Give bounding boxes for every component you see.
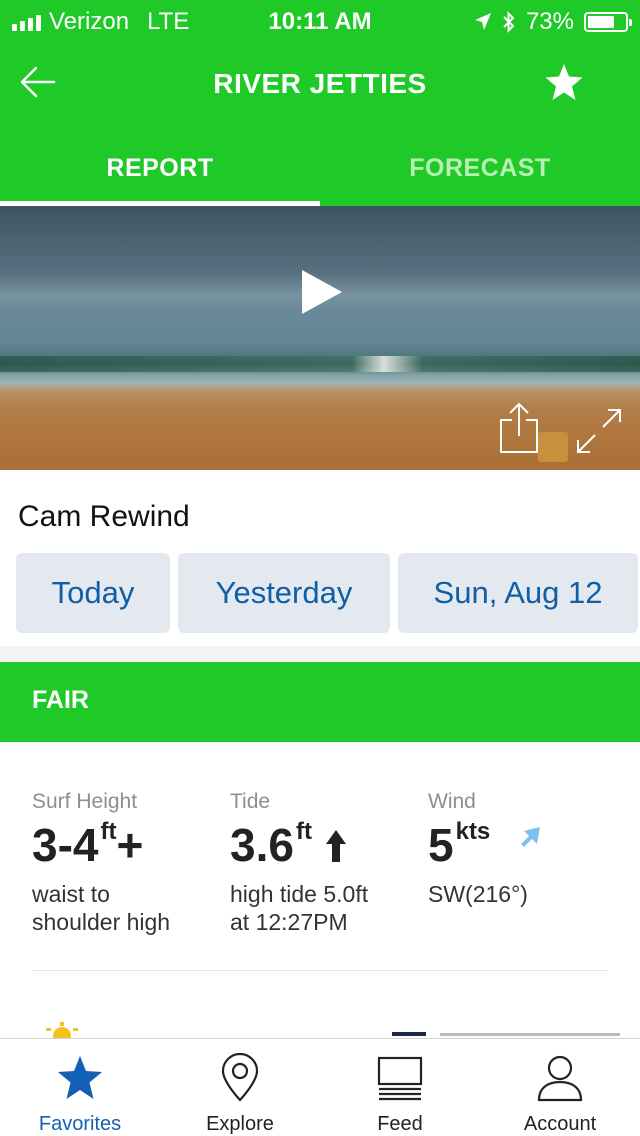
wind-label: Wind bbox=[428, 790, 476, 813]
tide-label: Tide bbox=[230, 790, 271, 813]
share-button[interactable] bbox=[498, 402, 540, 454]
tide-desc-line-2: at 12:27PM bbox=[230, 909, 348, 935]
spot-header: RIVER JETTIES REPORT FORECAST bbox=[0, 40, 640, 206]
status-bar: Verizon LTE 10:11 AM 73% bbox=[0, 0, 640, 40]
wind-desc-line-1: SW(216°) bbox=[428, 881, 528, 907]
star-icon bbox=[545, 64, 583, 100]
tide-value: 3.6 bbox=[230, 819, 294, 871]
battery-icon bbox=[584, 12, 632, 32]
app-screen: Verizon LTE 10:11 AM 73% RIVER JETTIES R… bbox=[0, 0, 640, 1136]
battery-level bbox=[588, 16, 615, 28]
surf-height-stat: Surf Height 3-4 ft + waist to shoulder h… bbox=[32, 790, 170, 936]
tide-desc-line-1: high tide 5.0ft bbox=[230, 881, 369, 907]
condition-bar: FAIR bbox=[0, 662, 640, 742]
rewind-date-button[interactable]: Sun, Aug 12 bbox=[398, 553, 638, 633]
tabbar-explore-label: Explore bbox=[206, 1113, 274, 1135]
person-icon bbox=[537, 1055, 583, 1102]
wind-direction-arrow-icon bbox=[521, 827, 541, 847]
surf-height-unit: ft bbox=[100, 818, 117, 845]
play-icon bbox=[302, 270, 342, 314]
tab-forecast[interactable]: FORECAST bbox=[320, 140, 640, 206]
section-gap bbox=[0, 646, 640, 662]
report-forecast-tabs: REPORT FORECAST bbox=[0, 140, 640, 206]
rewind-yesterday-button[interactable]: Yesterday bbox=[178, 553, 390, 633]
tabbar-favorites[interactable]: Favorites bbox=[0, 1039, 160, 1136]
tabbar-account-label: Account bbox=[523, 1113, 597, 1135]
bluetooth-icon bbox=[503, 11, 515, 33]
cam-rewind-title: Cam Rewind bbox=[18, 500, 190, 533]
battery-tip bbox=[629, 19, 632, 26]
cam-beach-object bbox=[538, 432, 568, 462]
wind-stat: Wind 5 kts SW(216°) bbox=[428, 790, 544, 908]
tabbar-favorites-label: Favorites bbox=[38, 1113, 122, 1135]
status-right: 73% bbox=[474, 8, 632, 36]
next-section-peek bbox=[0, 1018, 640, 1038]
surf-cam-player[interactable] bbox=[0, 206, 640, 470]
tabbar-account[interactable]: Account bbox=[480, 1039, 640, 1136]
surf-height-value: 3-4 bbox=[32, 819, 99, 871]
map-pin-icon bbox=[221, 1053, 259, 1102]
tabbar-explore[interactable]: Explore bbox=[160, 1039, 320, 1136]
tabbar-feed-label: Feed bbox=[377, 1113, 423, 1135]
stats-divider bbox=[32, 970, 608, 971]
surf-height-value-row: 3-4 ft + bbox=[32, 818, 170, 871]
bottom-tab-bar: Favorites Explore Feed Account bbox=[0, 1038, 640, 1136]
wind-unit: kts bbox=[455, 818, 491, 845]
wind-description: SW(216°) bbox=[428, 880, 544, 908]
sun-icon bbox=[46, 1022, 620, 1038]
wind-value-row: 5 kts bbox=[428, 818, 544, 871]
surf-desc-line-2: shoulder high bbox=[32, 909, 171, 935]
condition-rating: FAIR bbox=[32, 686, 89, 714]
tide-rising-arrow-icon bbox=[325, 830, 346, 862]
tab-report[interactable]: REPORT bbox=[0, 140, 320, 206]
tide-stat: Tide 3.6 ft high tide 5.0ft at 12:27PM bbox=[230, 790, 368, 936]
favorite-button[interactable] bbox=[544, 62, 584, 102]
surf-height-suffix: + bbox=[116, 819, 144, 871]
rewind-today-button[interactable]: Today bbox=[16, 553, 170, 633]
play-button[interactable] bbox=[298, 268, 344, 316]
tide-value-row: 3.6 ft bbox=[230, 818, 368, 871]
tide-unit: ft bbox=[295, 818, 312, 845]
fullscreen-button[interactable] bbox=[576, 408, 622, 454]
surf-height-label: Surf Height bbox=[32, 790, 138, 813]
location-arrow-icon bbox=[474, 13, 491, 30]
feed-icon bbox=[377, 1056, 423, 1101]
battery-percent: 73% bbox=[525, 8, 574, 35]
surf-height-description: waist to shoulder high bbox=[32, 880, 170, 936]
tabbar-feed[interactable]: Feed bbox=[320, 1039, 480, 1136]
expand-icon bbox=[577, 409, 621, 453]
star-icon bbox=[58, 1056, 102, 1099]
share-icon bbox=[500, 402, 538, 453]
cam-wave bbox=[0, 356, 640, 372]
surf-desc-line-1: waist to bbox=[32, 881, 110, 907]
wind-value: 5 bbox=[428, 819, 454, 871]
tide-description: high tide 5.0ft at 12:27PM bbox=[230, 880, 368, 936]
